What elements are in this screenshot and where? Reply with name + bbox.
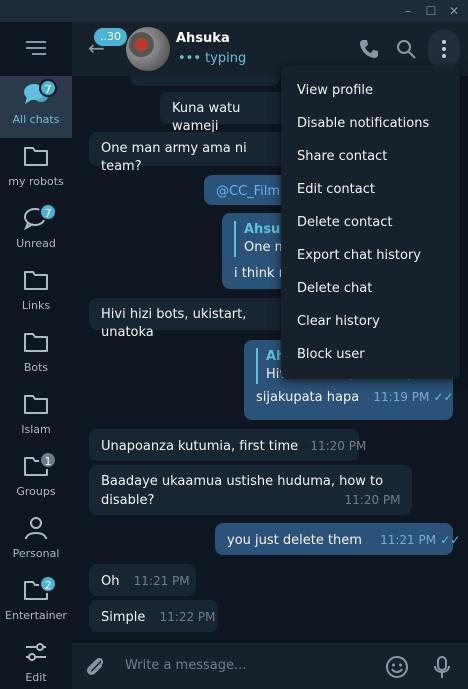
message-bubble[interactable]: Unapoanza kutumia, first time 11:20 PM [89, 429, 366, 461]
avatar[interactable] [126, 27, 170, 71]
folder-label: Personal [12, 547, 60, 560]
message-text: Unapoanza kutumia, first time [101, 439, 299, 454]
folder-links[interactable]: Links [0, 262, 72, 324]
folder-sidebar: 7 All chats my robots 7 Unread Links Bot… [0, 22, 72, 689]
unread-badge: 7 [39, 203, 57, 221]
folder-label: All chats [12, 113, 60, 126]
mention-link[interactable]: @CC_Filmo [216, 184, 288, 199]
more-menu-button[interactable] [428, 29, 460, 69]
menu-item-clear-history[interactable]: Clear history [297, 314, 380, 329]
folder-groups[interactable]: 1 Groups [0, 448, 72, 510]
folder-label: Groups [16, 485, 56, 498]
message-text: Oh [101, 574, 120, 589]
person-icon [25, 517, 47, 540]
message-time: 11:20 PM [310, 439, 367, 453]
chat-options-menu: View profile Disable notifications Share… [281, 66, 460, 379]
message-text: Simple [101, 610, 146, 625]
folder-islam[interactable]: Islam [0, 386, 72, 448]
message-text: sijakupata hapa [256, 390, 360, 405]
message-bubble[interactable]: you just delete them 11:21 PM ✓✓ [215, 523, 460, 555]
folder-label: Links [21, 299, 51, 312]
menu-item-edit-contact[interactable]: Edit contact [297, 182, 375, 197]
message-time: 11:21 PM [380, 533, 437, 547]
folder-entertainer[interactable]: 2 Entertainer [0, 572, 72, 634]
minimize-button[interactable]: – [400, 3, 416, 19]
folder-personal[interactable]: Personal [0, 510, 72, 572]
menu-item-export-chat-history[interactable]: Export chat history [297, 248, 421, 263]
unread-badge: 1 [39, 451, 57, 469]
folder-icon [24, 333, 48, 352]
more-vertical-icon [442, 40, 446, 58]
message-bubble-partial [130, 76, 280, 86]
typing-status: ••• typing [178, 51, 247, 66]
search-icon[interactable] [395, 38, 417, 60]
hamburger-menu-icon[interactable] [26, 40, 46, 56]
folder-icon [24, 395, 48, 414]
folder-unread[interactable]: 7 Unread [0, 200, 72, 262]
folder-bots[interactable]: Bots [0, 324, 72, 386]
folder-label: my robots [8, 175, 64, 188]
menu-item-delete-contact[interactable]: Delete contact [297, 215, 393, 230]
message-text: Hivi hizi bots, ukistart, unatoka [101, 307, 247, 340]
message-bubble[interactable]: Simple 11:22 PM [89, 600, 218, 632]
chat-title[interactable]: Ahsuka [176, 31, 230, 46]
unread-badge: 7 [39, 79, 57, 97]
folder-label: Unread [16, 237, 56, 250]
message-text: Kuna watu wameji [172, 101, 241, 134]
message-bubble[interactable]: Kuna watu wameji [160, 92, 300, 134]
message-text: One man army ama ni team? [101, 141, 247, 174]
menu-item-view-profile[interactable]: View profile [297, 83, 373, 98]
menu-item-delete-chat[interactable]: Delete chat [297, 281, 372, 296]
window-titlebar: – ☐ ✕ [0, 0, 468, 22]
message-text: you just delete them [227, 533, 362, 548]
folder-all-chats[interactable]: 7 All chats [0, 76, 72, 138]
back-unread-badge: ..30 [94, 28, 127, 46]
emoji-icon[interactable] [385, 655, 409, 679]
message-time: 11:21 PM [133, 574, 190, 588]
message-bubble[interactable]: Hivi hizi bots, ukistart, unatoka [89, 298, 304, 340]
double-check-icon: ✓✓ [433, 390, 454, 404]
menu-item-block-user[interactable]: Block user [297, 347, 365, 362]
folder-my-robots[interactable]: my robots [0, 138, 72, 200]
menu-item-share-contact[interactable]: Share contact [297, 149, 387, 164]
folder-label: Bots [23, 361, 49, 374]
paperclip-icon[interactable] [83, 655, 107, 679]
folder-edit[interactable]: Edit [0, 634, 72, 689]
unread-badge: 2 [39, 575, 57, 593]
phone-icon[interactable] [358, 38, 380, 60]
folder-label: Islam [21, 423, 51, 436]
microphone-icon[interactable] [430, 655, 454, 679]
message-bubble[interactable]: One man army ama ni team? [89, 132, 289, 174]
message-time: 11:22 PM [159, 610, 216, 624]
folder-icon [24, 271, 48, 290]
menu-item-disable-notifications[interactable]: Disable notifications [297, 116, 429, 131]
double-check-icon: ✓✓ [440, 533, 461, 547]
message-bubble[interactable]: Oh 11:21 PM [89, 564, 196, 596]
folder-icon [24, 147, 48, 166]
message-text: Baadaye ukaamua ustishe huduma, how to [101, 474, 384, 489]
maximize-button[interactable]: ☐ [423, 3, 439, 19]
close-window-button[interactable]: ✕ [446, 3, 462, 19]
message-time: 11:19 PM [373, 390, 430, 404]
message-composer: Write a message... [72, 643, 468, 689]
message-time: 11:20 PM [344, 493, 401, 507]
folder-label: Edit [25, 671, 47, 684]
sliders-icon [26, 643, 46, 661]
message-text: disable? [101, 493, 155, 508]
message-input[interactable]: Write a message... [125, 658, 246, 673]
message-bubble[interactable]: Baadaye ukaamua ustishe huduma, how to d… [89, 465, 412, 515]
folder-label: Entertainer [5, 609, 67, 622]
